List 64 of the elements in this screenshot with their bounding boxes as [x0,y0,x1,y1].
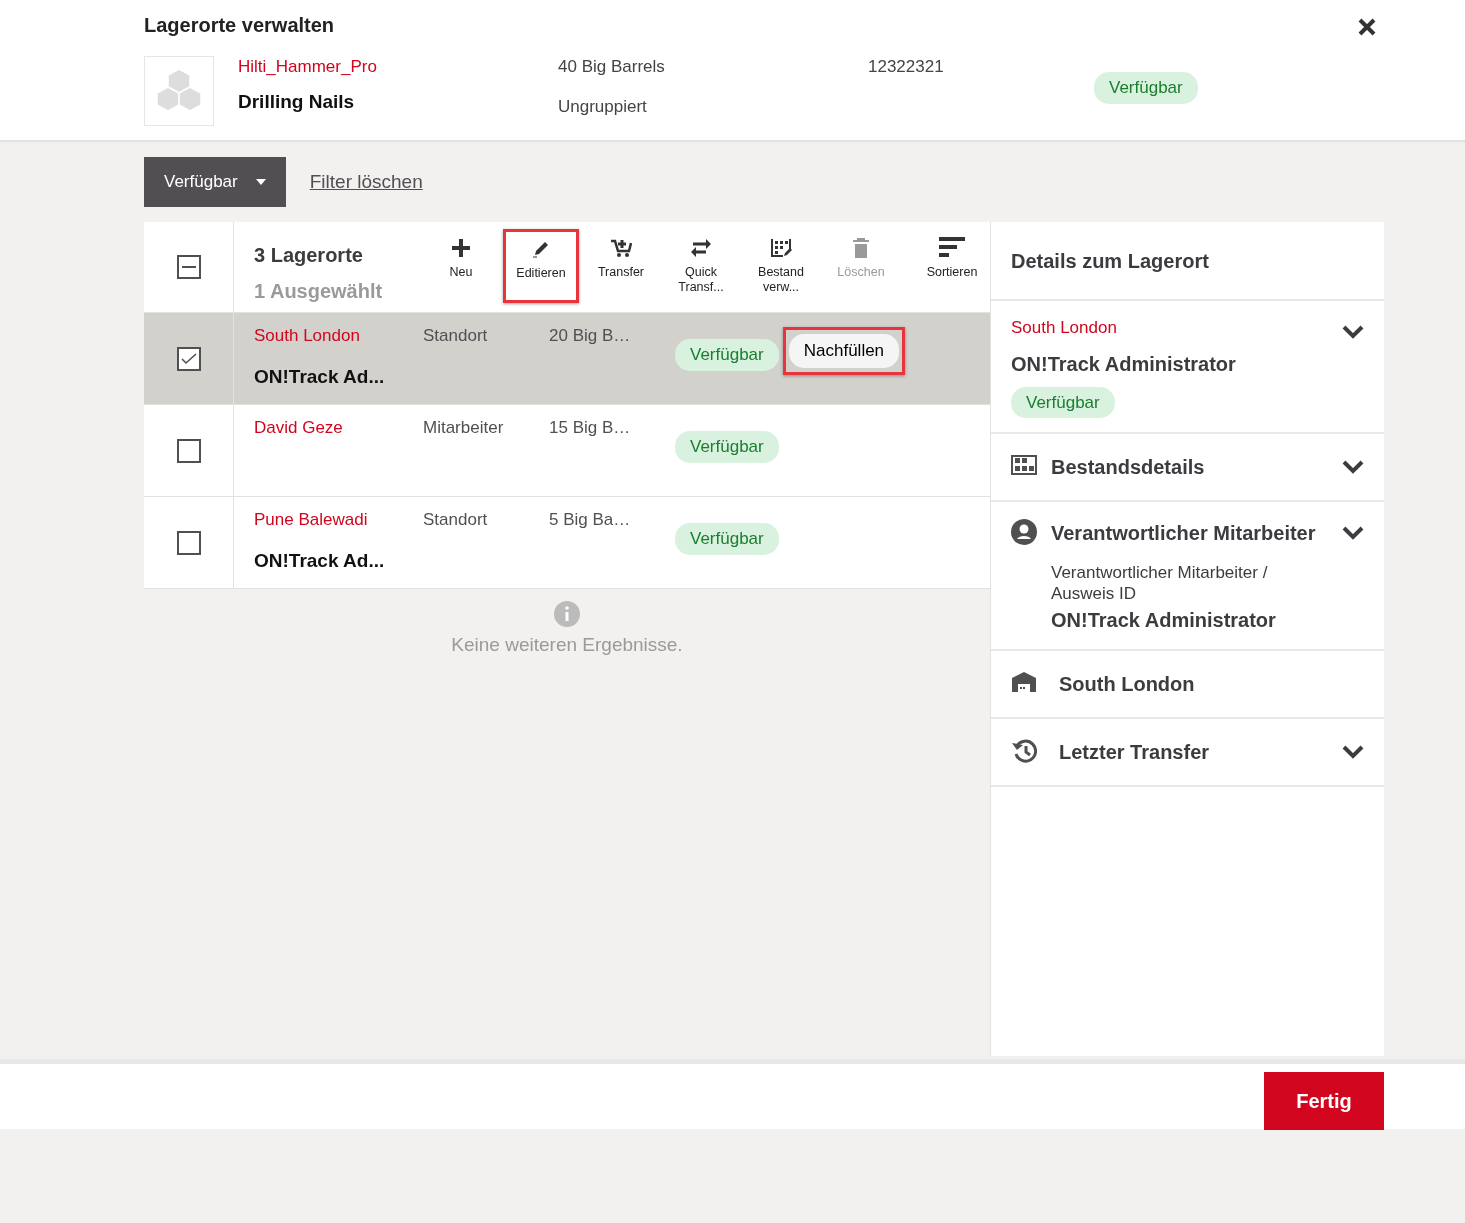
clear-filter-link[interactable]: Filter löschen [309,167,423,197]
list-row[interactable]: Pune Balewadi ON!Track Ad... Standort 5 Big Ba… Verfügbar [144,497,990,589]
grid-pencil-icon [770,237,792,259]
location-quantity: 5 Big Ba… [549,509,632,531]
dialog-title: Lagerorte verwalten [144,13,335,38]
plus-icon [450,237,472,259]
filter-dropdown[interactable]: Verfügbar [144,157,286,207]
location-name: Pune Balewadi [254,509,369,531]
status-badge: Verfügbar [675,339,779,371]
minus-icon [181,266,196,268]
status-badge: Verfügbar [675,523,779,555]
location-name: David Geze [254,417,344,439]
list-row[interactable]: South London ON!Track Ad... Standort 20 Big B… Verfügbar Nachfüllen [144,313,990,405]
toolbar-button[interactable]: Editieren [503,229,579,303]
location-quantity: 15 Big B… [549,417,632,439]
check-icon [180,352,197,365]
section-title: Letzter Transfer [1059,739,1211,765]
section-title: Verantwortlicher Mitarbeiter [1051,521,1317,546]
location-type: Standort [423,509,489,531]
caret-icon [255,179,266,185]
swap-arrows-icon [690,237,712,259]
details-location-name: South London [1011,317,1118,339]
selected-count: 1 Ausgewählt [254,279,384,304]
location-name: South London [254,325,361,347]
toolbar-button[interactable]: Bestand verw... [743,229,819,303]
location-owner: ON!Track Ad... [254,364,386,389]
cart-icon [610,237,632,259]
field-label: Verantwortlicher Mitarbeiter / Ausweis ID [1051,562,1269,605]
toolbar-button[interactable]: Neu [423,229,499,303]
item-owner: Hilti_Hammer_Pro [238,56,378,78]
sort-button[interactable]: Sortieren [914,229,990,303]
toolbar-button[interactable]: Transfer [583,229,659,303]
field-value: ON!Track Administrator [1051,607,1277,633]
sort-icon [939,237,965,259]
row-checkbox[interactable] [176,438,201,463]
info-icon [554,601,580,627]
status-badge: Verfügbar [675,431,779,463]
location-type: Mitarbeiter [423,417,505,439]
location-owner: ON!Track Ad... [254,548,386,573]
close-icon [1357,16,1377,37]
location-quantity: 20 Big B… [549,325,632,347]
history-icon [1011,737,1037,764]
section-title: South London [1059,671,1196,697]
location-count: 3 Lagerorte [254,243,364,268]
item-quantity: 40 Big Barrels [558,56,666,78]
list-row[interactable]: David Geze Mitarbeiter 15 Big B… Verfügbar [144,405,990,497]
section-title: Bestandsdetails [1051,455,1206,480]
select-all-checkbox[interactable] [176,255,201,279]
details-owner: ON!Track Administrator [1011,351,1237,377]
location-type: Standort [423,325,489,347]
row-checkbox[interactable] [176,530,201,555]
done-button[interactable]: Fertig [1264,1072,1384,1130]
item-group: Ungruppiert [558,93,868,119]
row-checkbox[interactable] [176,346,201,371]
status-badge: Verfügbar [1011,386,1115,418]
details-title: Details zum Lagerort [1011,248,1209,274]
item-number: 12322321 [868,56,945,78]
refill-button[interactable]: Nachfüllen [788,334,900,368]
toolbar-button[interactable]: Quick Transf... [663,229,739,303]
item-name: Drilling Nails [238,89,356,114]
trash-icon [850,237,872,259]
status-badge: Verfügbar [1094,72,1198,104]
user-circle-icon [1011,519,1037,545]
end-of-results-message: Keine weiteren Ergebnisse. [451,633,683,657]
